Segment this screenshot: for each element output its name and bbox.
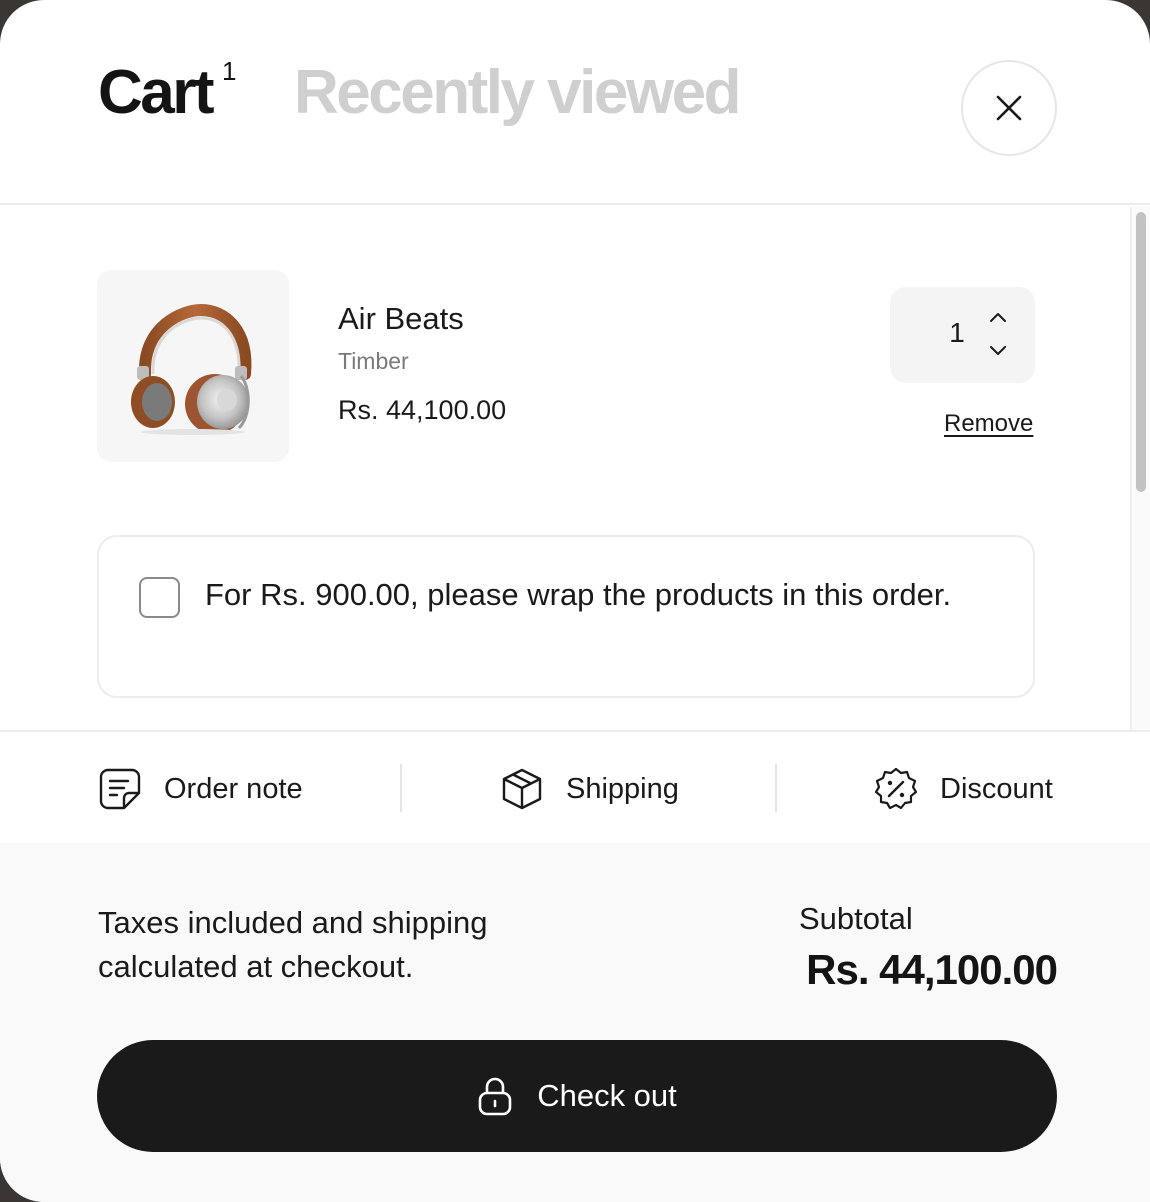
chevron-up-icon[interactable] — [988, 309, 1008, 325]
shipping-button[interactable]: Shipping — [500, 762, 679, 816]
tab-recently-viewed[interactable]: Recently viewed — [294, 58, 741, 128]
gift-wrap-label[interactable]: For Rs. 900.00, please wrap the products… — [205, 575, 975, 615]
action-divider — [775, 764, 777, 812]
action-divider — [400, 764, 402, 812]
close-button[interactable] — [961, 60, 1057, 156]
package-icon — [502, 768, 542, 810]
cart-drawer: Cart 1 Recently viewed Air Beats Timber … — [0, 0, 1150, 1202]
cart-actions-row: Order note Shipping Discount — [0, 730, 1150, 843]
quantity-value[interactable]: 1 — [946, 317, 968, 349]
discount-button[interactable]: Discount — [874, 762, 1053, 816]
close-icon — [996, 95, 1022, 121]
product-variant: Timber — [338, 348, 409, 374]
chevron-down-icon[interactable] — [988, 343, 1008, 359]
product-image[interactable] — [97, 270, 289, 462]
scrollbar-thumb[interactable] — [1136, 212, 1146, 492]
gift-wrap-option[interactable]: For Rs. 900.00, please wrap the products… — [97, 535, 1035, 698]
subtotal-label: Subtotal — [799, 901, 913, 936]
product-title[interactable]: Air Beats — [338, 301, 464, 337]
cart-footer: Taxes included and shipping calculated a… — [0, 843, 1150, 1202]
subtotal-value: Rs. 44,100.00 — [806, 946, 1058, 993]
discount-badge-icon — [874, 767, 918, 810]
headphones-image — [131, 303, 252, 435]
drawer-header: Cart 1 Recently viewed — [0, 0, 1150, 205]
quantity-stepper[interactable]: 1 — [890, 287, 1035, 383]
order-note-icon — [99, 768, 141, 810]
cart-items-scroll[interactable]: Air Beats Timber Rs. 44,100.00 1 Remove … — [0, 207, 1150, 730]
checkout-button[interactable]: Check out — [97, 1040, 1057, 1152]
lock-icon — [478, 1077, 512, 1116]
cart-count-badge: 1 — [222, 56, 237, 86]
order-note-label: Order note — [164, 772, 303, 805]
shipping-label: Shipping — [566, 772, 679, 805]
tax-note: Taxes included and shipping calculated a… — [98, 905, 488, 984]
checkout-label: Check out — [537, 1078, 677, 1113]
discount-label: Discount — [940, 772, 1053, 805]
tab-cart[interactable]: Cart — [98, 58, 215, 128]
product-price: Rs. 44,100.00 — [338, 395, 507, 425]
order-note-button[interactable]: Order note — [98, 762, 303, 816]
remove-item-link[interactable]: Remove — [944, 410, 1033, 438]
gift-wrap-checkbox[interactable] — [139, 577, 180, 618]
